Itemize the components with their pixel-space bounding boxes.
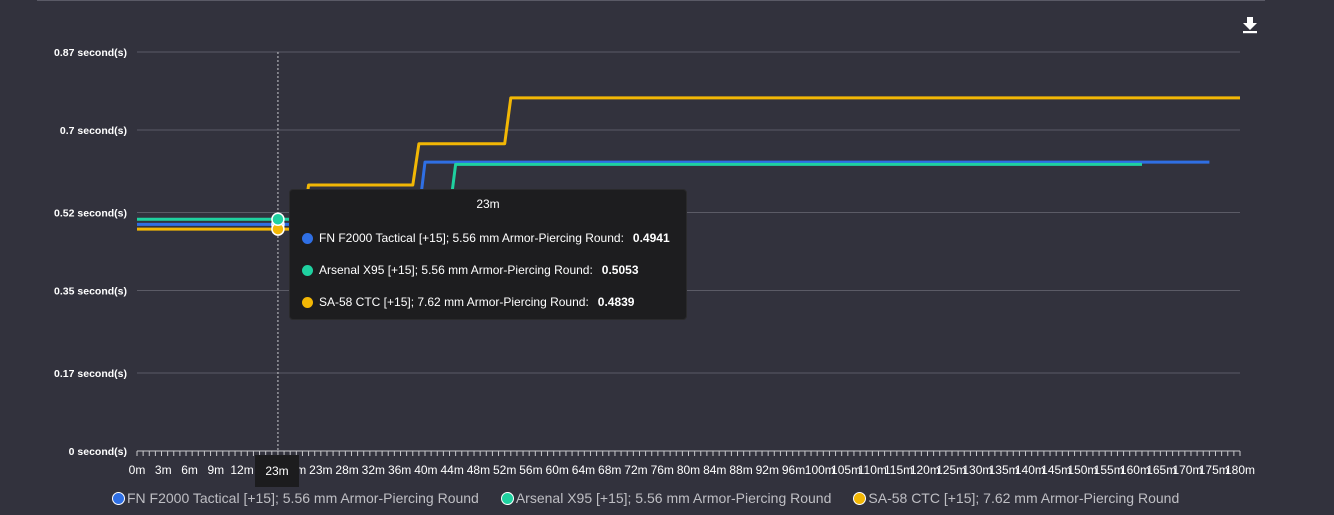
x-tick-label: 72m <box>624 463 647 477</box>
tooltip-row-arsenal-x95: Arsenal X95 [+15]; 5.56 mm Armor-Piercin… <box>302 262 639 278</box>
x-tick-label: 56m <box>519 463 542 477</box>
y-axis: 0 second(s) 0.17 second(s) 0.35 second(s) 0… <box>54 47 127 458</box>
tooltip-title: 23m <box>476 197 500 211</box>
tooltip-row-label: Arsenal X95 [+15]; 5.56 mm Armor-Piercin… <box>319 263 593 277</box>
x-tick-label: 9m <box>207 463 224 477</box>
chart-legend: FN F2000 Tactical [+15]; 5.56 mm Armor-P… <box>112 490 1179 506</box>
x-tick-label: 80m <box>677 463 700 477</box>
legend-label: SA-58 CTC [+15]; 7.62 mm Armor-Piercing … <box>868 490 1180 506</box>
x-tick-label: 88m <box>729 463 752 477</box>
x-tick-label: 36m <box>388 463 411 477</box>
tooltip-row-label: SA-58 CTC [+15]; 7.62 mm Armor-Piercing … <box>319 295 589 309</box>
x-tick-label: 23m <box>309 463 332 477</box>
x-tick-label: 6m <box>181 463 198 477</box>
x-tick-label: 180m <box>1225 463 1255 477</box>
legend-label: FN F2000 Tactical [+15]; 5.56 mm Armor-P… <box>127 490 479 506</box>
x-tick-label: 44m <box>440 463 463 477</box>
crosshair-x-label: 23m <box>255 455 299 487</box>
legend-item-fn-f2000[interactable]: FN F2000 Tactical [+15]; 5.56 mm Armor-P… <box>112 490 479 506</box>
chart-tooltip: 23m FN F2000 Tactical [+15]; 5.56 mm Arm… <box>289 189 687 320</box>
tooltip-row-label: FN F2000 Tactical [+15]; 5.56 mm Armor-P… <box>319 231 624 245</box>
x-tick-label: 40m <box>414 463 437 477</box>
legend-dot-icon <box>853 491 867 505</box>
tooltip-row-sa58-ctc: SA-58 CTC [+15]; 7.62 mm Armor-Piercing … <box>302 294 634 310</box>
series-dot-icon <box>302 232 313 244</box>
x-tick-label: 3m <box>155 463 172 477</box>
x-tick-label: 84m <box>703 463 726 477</box>
y-tick-label: 0.35 second(s) <box>54 285 127 297</box>
y-tick-label: 0.87 second(s) <box>54 47 127 59</box>
y-tick-label: 0 second(s) <box>69 446 127 458</box>
x-tick-label: 48m <box>467 463 490 477</box>
y-tick-label: 0.17 second(s) <box>54 368 127 380</box>
x-tick-label: 92m <box>756 463 779 477</box>
x-tick-label: 68m <box>598 463 621 477</box>
x-tick-label: 60m <box>546 463 569 477</box>
x-tick-label: 115m <box>884 463 913 477</box>
x-tick-label: 110m <box>858 463 887 477</box>
x-tick-label: 105m <box>831 463 861 477</box>
series-dot-icon <box>302 264 313 276</box>
x-tick-label: 28m <box>335 463 358 477</box>
x-tick-label: 76m <box>651 463 674 477</box>
y-tick-label: 0.7 second(s) <box>60 125 127 137</box>
tooltip-row-fn-f2000: FN F2000 Tactical [+15]; 5.56 mm Armor-P… <box>302 230 670 246</box>
x-tick-label: 32m <box>362 463 385 477</box>
legend-dot-icon <box>500 491 514 505</box>
hover-point-1 <box>271 212 285 227</box>
x-tick-label: 52m <box>493 463 516 477</box>
x-tick-label: 0m <box>129 463 146 477</box>
x-tick-label: 64m <box>572 463 595 477</box>
tooltip-row-value: 0.4941 <box>632 231 670 245</box>
legend-dot-icon <box>112 491 125 505</box>
x-tick-label: 12m <box>230 463 253 477</box>
legend-label: Arsenal X95 [+15]; 5.56 mm Armor-Piercin… <box>515 490 832 506</box>
series-dot-icon <box>302 296 313 308</box>
x-tick-label: 96m <box>782 463 805 477</box>
legend-item-sa58-ctc[interactable]: SA-58 CTC [+15]; 7.62 mm Armor-Piercing … <box>853 490 1179 506</box>
legend-item-arsenal-x95[interactable]: Arsenal X95 [+15]; 5.56 mm Armor-Piercin… <box>500 490 832 506</box>
tooltip-row-value: 0.4839 <box>597 295 635 309</box>
y-tick-label: 0.52 second(s) <box>54 208 127 220</box>
tooltip-row-value: 0.5053 <box>601 263 639 277</box>
hover-markers <box>271 212 285 236</box>
